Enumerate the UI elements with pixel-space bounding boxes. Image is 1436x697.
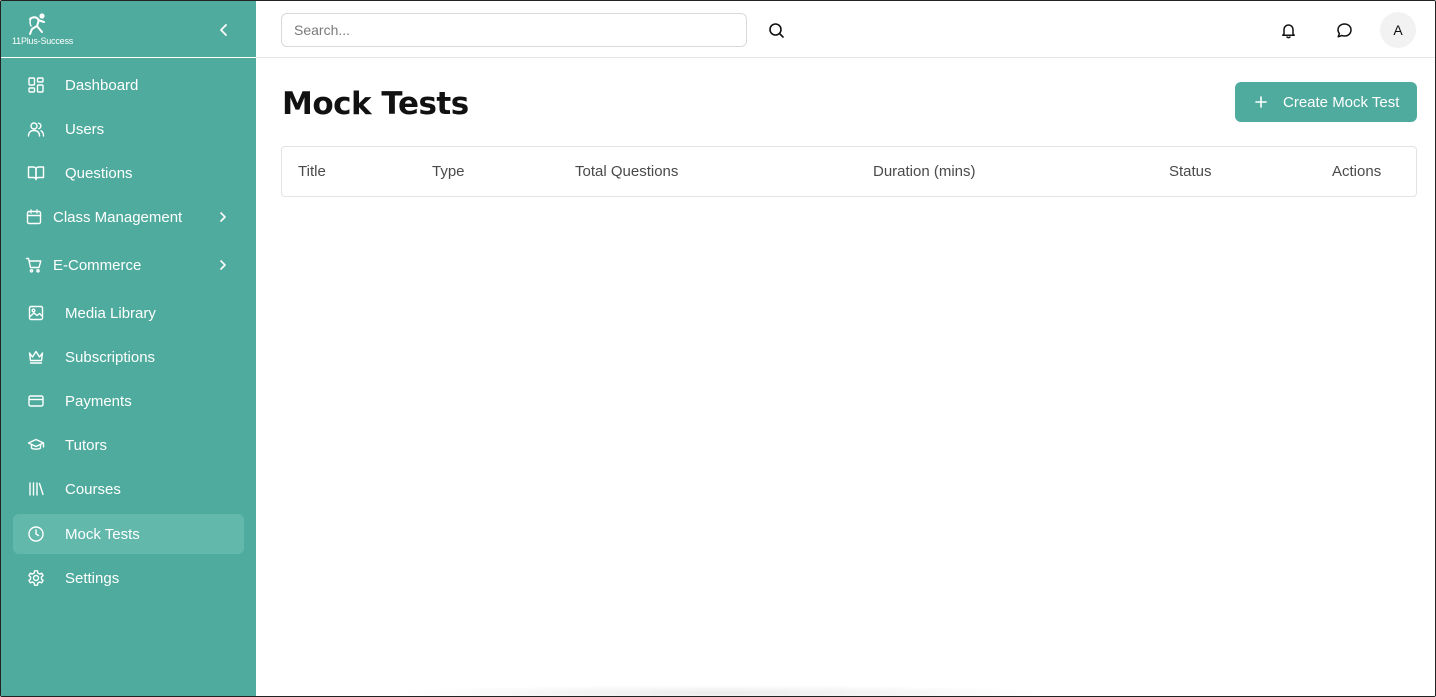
search-input[interactable] <box>281 13 747 47</box>
credit-card-icon <box>27 392 45 410</box>
sidebar-item-subscriptions[interactable]: Subscriptions <box>13 337 244 377</box>
search-icon <box>768 22 784 38</box>
dashboard-icon <box>27 76 45 94</box>
clock-icon <box>27 525 45 543</box>
sidebar-item-label: Dashboard <box>65 76 139 94</box>
sidebar-item-payments[interactable]: Payments <box>13 381 244 421</box>
avatar-initial: A <box>1393 22 1403 38</box>
users-icon <box>27 120 45 138</box>
book-open-icon <box>27 164 45 182</box>
column-header-title[interactable]: Title <box>298 163 326 180</box>
bottom-shadow <box>381 685 1061 696</box>
graduation-cap-icon <box>27 436 45 454</box>
library-icon <box>27 480 45 498</box>
sidebar-item-mock-tests[interactable]: Mock Tests <box>13 514 244 554</box>
plus-icon <box>1252 93 1270 111</box>
sidebar-item-e-commerce[interactable]: E-Commerce <box>13 245 244 285</box>
cart-icon <box>25 256 43 274</box>
column-header-total-questions[interactable]: Total Questions <box>575 163 678 180</box>
logo[interactable]: 11Plus-Success <box>12 12 73 46</box>
sidebar-item-label: Payments <box>65 392 132 410</box>
chevron-right-icon <box>215 257 231 273</box>
sidebar-item-label: E-Commerce <box>53 256 142 274</box>
sidebar-item-courses[interactable]: Courses <box>13 469 244 509</box>
column-header-duration[interactable]: Duration (mins) <box>873 163 976 180</box>
sidebar-item-label: Courses <box>65 480 121 498</box>
brand-header: 11Plus-Success <box>1 1 256 58</box>
column-header-status[interactable]: Status <box>1169 163 1212 180</box>
column-header-type[interactable]: Type <box>432 163 465 180</box>
avatar[interactable]: A <box>1380 12 1416 48</box>
logo-text: 11Plus-Success <box>12 36 74 46</box>
mock-tests-table: Title Type Total Questions Duration (min… <box>281 146 1417 197</box>
sidebar-item-label: Mock Tests <box>65 525 140 543</box>
sidebar-item-label: Users <box>65 120 105 138</box>
page-title: Mock Tests <box>282 86 469 122</box>
image-icon <box>27 304 45 322</box>
messages-button[interactable] <box>1334 20 1354 40</box>
bell-icon <box>1281 23 1295 38</box>
gear-icon <box>27 569 45 587</box>
sidebar-item-label: Questions <box>65 164 133 182</box>
search-button[interactable] <box>766 20 786 40</box>
sidebar-item-label: Settings <box>65 569 120 587</box>
sidebar-item-label: Media Library <box>65 304 156 322</box>
crown-icon <box>27 348 45 366</box>
chevron-left-icon <box>220 24 227 36</box>
sidebar-item-settings[interactable]: Settings <box>13 558 244 598</box>
sidebar-item-dashboard[interactable]: Dashboard <box>13 65 244 105</box>
sidebar-item-questions[interactable]: Questions <box>13 153 244 193</box>
create-mock-test-label: Create Mock Test <box>1283 93 1400 111</box>
sidebar-item-label: Tutors <box>65 436 107 454</box>
sidebar-item-class-management[interactable]: Class Management <box>13 197 244 237</box>
sidebar-item-label: Subscriptions <box>65 348 156 366</box>
main-content: Mock Tests Create Mock Test Title Type T… <box>256 58 1435 696</box>
chevron-right-icon <box>215 209 231 225</box>
runner-logo-icon <box>29 13 45 35</box>
sidebar-item-label: Class Management <box>53 208 183 226</box>
sidebar-item-media-library[interactable]: Media Library <box>13 293 244 333</box>
collapse-sidebar-button[interactable] <box>213 19 235 41</box>
sidebar: 11Plus-Success Dashboard Users Questions… <box>1 1 256 696</box>
message-circle-icon <box>1336 22 1352 38</box>
sidebar-item-tutors[interactable]: Tutors <box>13 425 244 465</box>
notifications-button[interactable] <box>1278 20 1298 40</box>
top-bar: A <box>256 1 1435 58</box>
create-mock-test-button[interactable]: Create Mock Test <box>1235 82 1417 122</box>
calendar-icon <box>25 208 43 226</box>
sidebar-item-users[interactable]: Users <box>13 109 244 149</box>
app-window: 11Plus-Success Dashboard Users Questions… <box>0 0 1436 697</box>
column-header-actions[interactable]: Actions <box>1332 163 1381 180</box>
